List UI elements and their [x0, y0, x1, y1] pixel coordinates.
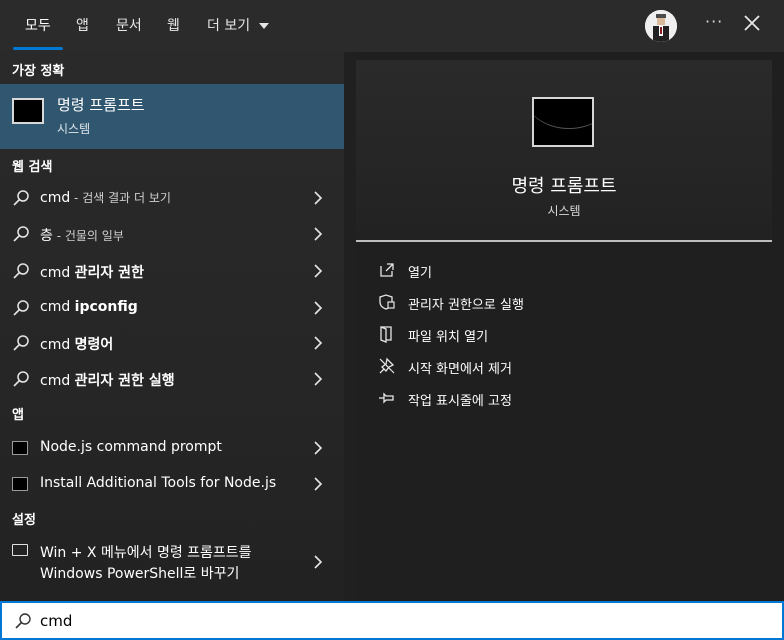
web-result-item[interactable]: cmd 명령어 — [0, 325, 344, 361]
close-icon[interactable] — [742, 13, 762, 33]
app-result-label: Node.js command prompt — [40, 439, 222, 455]
web-result-query: 층 — [40, 228, 53, 244]
tab-documents[interactable]: 문서 — [116, 15, 142, 35]
action-label: 관리자 권한으로 실행 — [408, 298, 524, 313]
search-icon — [13, 335, 29, 351]
detail-title: 명령 프롬프트 — [511, 176, 617, 197]
open-icon — [380, 263, 394, 277]
detail-subtitle: 시스템 — [547, 204, 581, 218]
chevron-right-icon — [314, 477, 323, 491]
detail-header: 명령 프롬프트 시스템 — [356, 60, 772, 242]
divider — [356, 240, 772, 242]
action-label: 시작 화면에서 제거 — [408, 362, 512, 377]
best-match-item[interactable]: 명령 프롬프트 시스템 — [0, 84, 344, 149]
chevron-right-icon — [314, 441, 323, 455]
tab-more[interactable]: 더 보기 — [207, 15, 269, 35]
search-icon — [13, 300, 29, 316]
chevron-right-icon — [314, 227, 323, 241]
web-result-detail: 관리자 권한 — [74, 265, 144, 281]
tab-all[interactable]: 모두 — [25, 15, 51, 35]
best-match-title: 명령 프롬프트 — [57, 96, 145, 114]
results-panel: 가장 정확 명령 프롬프트 시스템 웹 검색 cmd - 검색 결과 더 보기 … — [0, 52, 344, 602]
action-label: 작업 표시줄에 고정 — [408, 394, 512, 409]
action-pin-to-taskbar[interactable]: 작업 표시줄에 고정 — [378, 385, 758, 411]
avatar[interactable] — [645, 10, 677, 42]
chevron-right-icon — [314, 555, 323, 569]
pin-icon — [379, 392, 394, 404]
search-icon — [13, 226, 29, 242]
action-label: 열기 — [408, 266, 432, 281]
taskbar-settings-icon — [12, 544, 28, 556]
tab-more-label: 더 보기 — [207, 18, 251, 34]
caret-down-icon — [258, 23, 269, 29]
web-result-detail: 명령어 — [74, 337, 114, 353]
command-prompt-large-icon — [532, 97, 594, 147]
web-result-detail: - 건물의 일부 — [52, 229, 124, 243]
action-open[interactable]: 열기 — [378, 257, 758, 283]
detail-panel: 명령 프롬프트 시스템 열기 관리자 권한으로 실행 파일 위치 열기 시작 화… — [356, 52, 784, 602]
action-label: 파일 위치 열기 — [408, 330, 489, 345]
best-match-subtitle: 시스템 — [57, 122, 91, 136]
action-open-file-location[interactable]: 파일 위치 열기 — [378, 321, 758, 347]
section-settings: 설정 — [12, 513, 36, 528]
settings-result-line1: Win + X 메뉴에서 명령 프롬프트를 — [40, 545, 252, 561]
search-icon — [13, 263, 29, 279]
tab-web[interactable]: 웹 — [167, 15, 180, 35]
section-apps: 앱 — [12, 408, 24, 423]
settings-result-line2: Windows PowerShell로 바꾸기 — [40, 566, 240, 582]
web-result-query: cmd — [40, 373, 75, 389]
command-prompt-icon — [12, 98, 44, 124]
top-bar: 모두 앱 문서 웹 더 보기 ··· — [0, 0, 784, 52]
app-result-item[interactable]: Node.js command prompt — [0, 430, 344, 466]
web-result-detail: - 검색 결과 더 보기 — [70, 191, 171, 205]
node-cmd-icon — [12, 477, 28, 491]
settings-result-item[interactable]: Win + X 메뉴에서 명령 프롬프트를 Windows PowerShell… — [0, 540, 344, 584]
action-unpin-from-start[interactable]: 시작 화면에서 제거 — [378, 353, 758, 379]
user-avatar-icon — [645, 10, 677, 42]
web-result-item[interactable]: cmd 관리자 권한 — [0, 253, 344, 289]
unpin-icon — [379, 357, 395, 374]
chevron-right-icon — [314, 336, 323, 350]
chevron-right-icon — [314, 191, 323, 205]
section-best-match: 가장 정확 — [12, 64, 65, 79]
more-options-icon[interactable]: ··· — [705, 12, 723, 31]
web-result-item[interactable]: cmd 관리자 권한 실행 — [0, 361, 344, 397]
search-icon — [13, 190, 29, 206]
app-result-item[interactable]: Install Additional Tools for Node.js — [0, 466, 344, 502]
search-bar[interactable] — [0, 601, 784, 640]
action-run-as-admin[interactable]: 관리자 권한으로 실행 — [378, 289, 758, 315]
tab-apps[interactable]: 앱 — [76, 15, 89, 35]
web-result-item[interactable]: cmd ipconfig — [0, 290, 344, 326]
chevron-right-icon — [314, 264, 323, 278]
web-result-query: cmd — [40, 265, 75, 281]
search-input[interactable] — [40, 611, 740, 631]
web-result-query: cmd — [40, 299, 75, 315]
chevron-right-icon — [314, 301, 323, 315]
web-result-item[interactable]: 층 - 건물의 일부 — [0, 216, 344, 252]
web-result-query: cmd — [40, 337, 75, 353]
chevron-right-icon — [314, 372, 323, 386]
app-result-label: Install Additional Tools for Node.js — [40, 475, 277, 491]
web-result-detail: ipconfig — [74, 299, 138, 315]
web-result-detail: 관리자 권한 실행 — [74, 373, 175, 389]
search-icon — [15, 613, 31, 629]
web-result-item[interactable]: cmd - 검색 결과 더 보기 — [0, 180, 344, 216]
file-location-icon — [380, 326, 392, 343]
web-result-query: cmd — [40, 190, 71, 206]
active-tab-indicator — [13, 47, 63, 50]
search-icon — [13, 371, 29, 387]
node-cmd-icon — [12, 441, 28, 455]
shield-icon — [379, 294, 395, 310]
section-web-search: 웹 검색 — [12, 160, 53, 175]
